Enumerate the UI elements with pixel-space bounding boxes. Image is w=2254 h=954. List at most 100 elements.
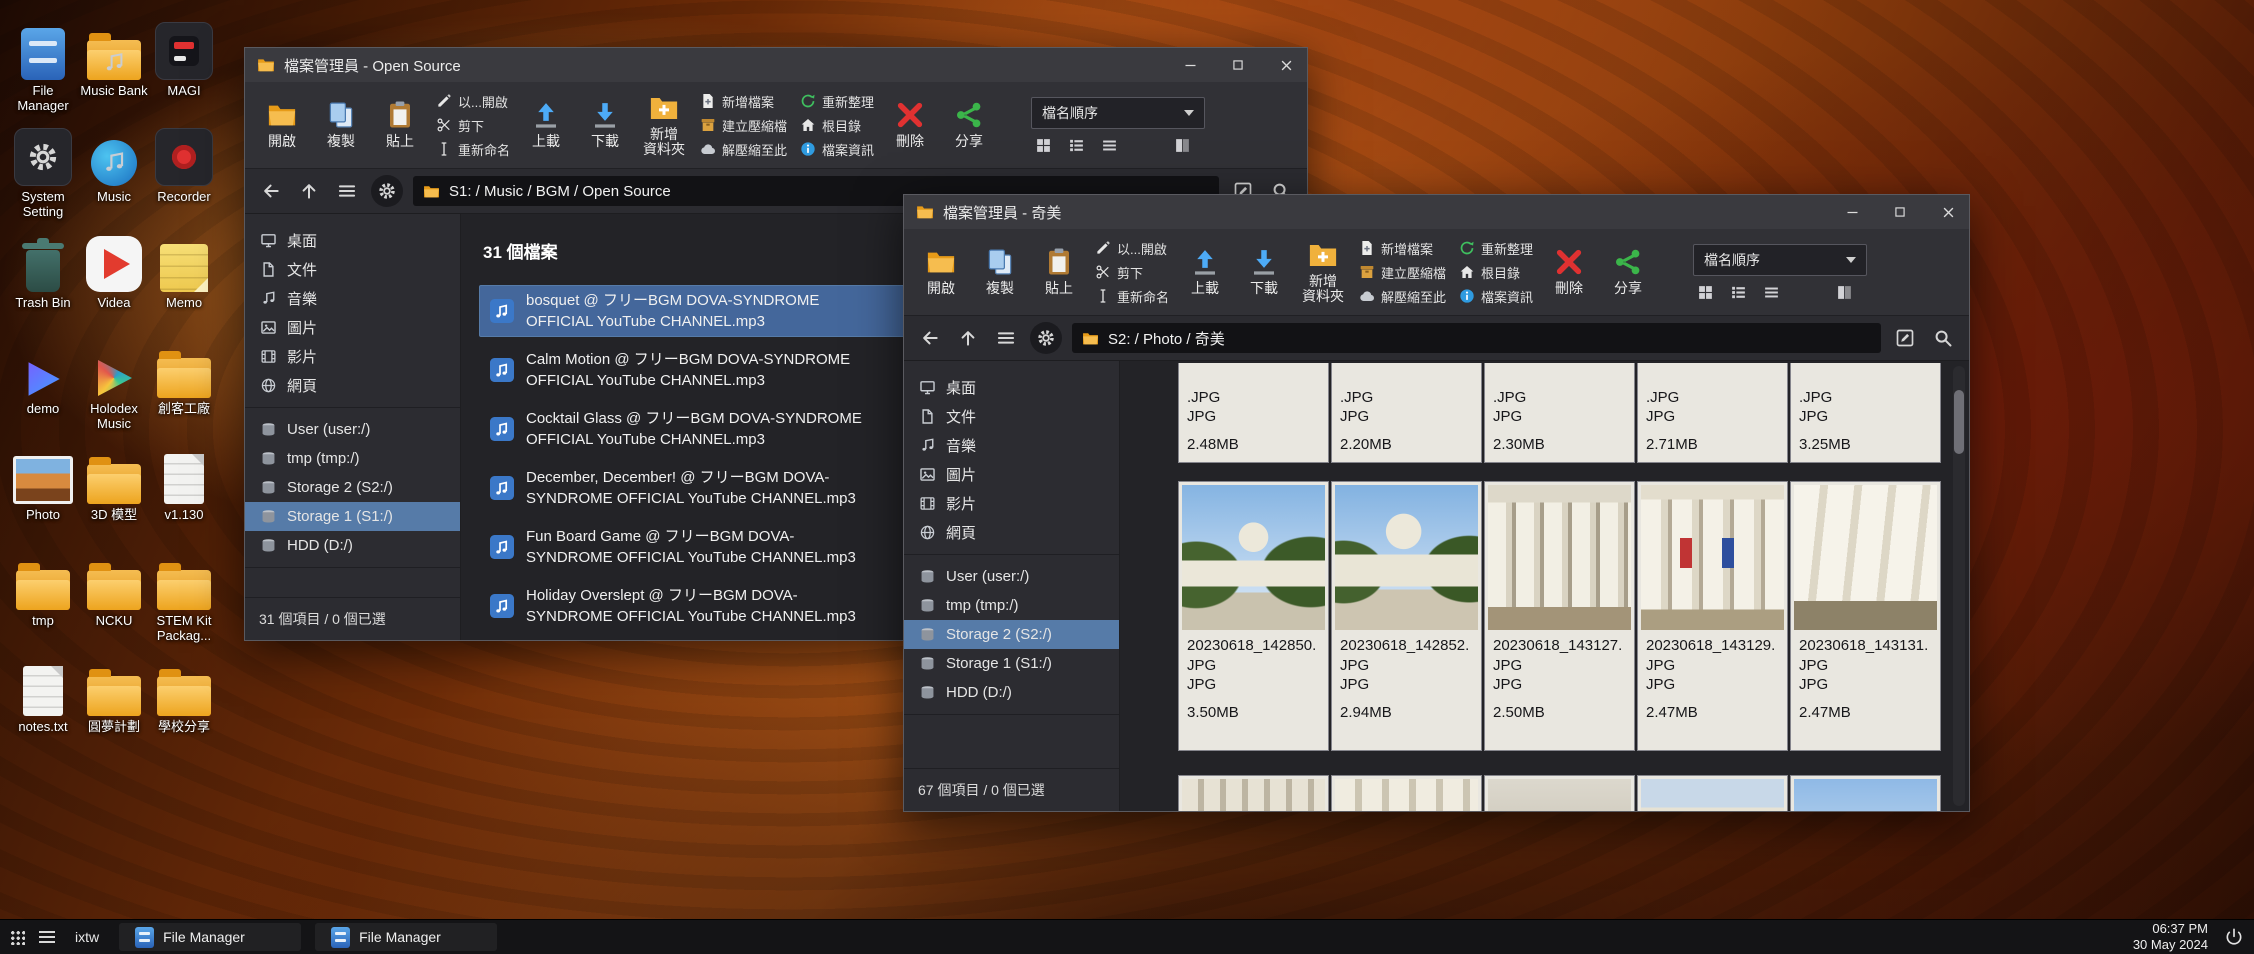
- photo-card[interactable]: .JPGJPG2.30MB: [1484, 363, 1635, 463]
- desktop-icon-videa[interactable]: Videa: [79, 232, 149, 328]
- photo-card[interactable]: [1178, 775, 1329, 811]
- root-directory-button[interactable]: 根目錄: [800, 116, 874, 135]
- photo-card[interactable]: 20230618_142850.JPGJPG3.50MB: [1178, 481, 1329, 751]
- sidebar-item-videos[interactable]: 影片: [245, 342, 460, 371]
- sidebar-item-documents[interactable]: 文件: [245, 255, 460, 284]
- photo-card[interactable]: [1484, 775, 1635, 811]
- open-with-button[interactable]: 以...開啟: [1095, 239, 1169, 258]
- upload-button[interactable]: 上載: [523, 100, 569, 149]
- maximize-button[interactable]: [1229, 56, 1247, 74]
- view-grid-icon[interactable]: [1697, 284, 1714, 301]
- copy-button[interactable]: 複製: [977, 247, 1023, 296]
- desktop-icon-3d-models[interactable]: 3D 模型: [79, 444, 149, 540]
- sidebar-item-videos[interactable]: 影片: [904, 489, 1119, 518]
- sidebar-item-hdd-drive[interactable]: HDD (D:/): [245, 531, 460, 560]
- share-button[interactable]: 分享: [946, 100, 992, 149]
- sidebar-item-tmp-drive[interactable]: tmp (tmp:/): [904, 591, 1119, 620]
- up-button[interactable]: [954, 324, 982, 352]
- photo-card[interactable]: 20230618_142852.JPGJPG2.94MB: [1331, 481, 1482, 751]
- search-button[interactable]: [1929, 324, 1957, 352]
- titlebar[interactable]: 檔案管理員 - 奇美: [904, 195, 1969, 229]
- open-button[interactable]: 開啟: [259, 100, 305, 149]
- edit-path-button[interactable]: [1891, 324, 1919, 352]
- sidebar-item-music[interactable]: 音樂: [245, 284, 460, 313]
- sidebar-item-pictures[interactable]: 圖片: [245, 313, 460, 342]
- desktop-icon-stem-kit[interactable]: STEM Kit Packag...: [149, 550, 219, 646]
- paste-button[interactable]: 貼上: [1036, 247, 1082, 296]
- desktop-icon-tmp[interactable]: tmp: [8, 550, 78, 646]
- desktop-icon-trash-bin[interactable]: Trash Bin: [8, 232, 78, 328]
- sidebar-item-user-drive[interactable]: User (user:/): [904, 562, 1119, 591]
- power-icon[interactable]: [2224, 927, 2244, 947]
- create-archive-button[interactable]: 建立壓縮檔: [1359, 263, 1446, 282]
- view-grid-icon[interactable]: [1035, 137, 1052, 154]
- settings-gear-button[interactable]: [1030, 322, 1062, 354]
- desktop-icon-ncku[interactable]: NCKU: [79, 550, 149, 646]
- new-folder-button[interactable]: 新增 資料夾: [641, 93, 687, 158]
- photo-card[interactable]: .JPGJPG2.20MB: [1331, 363, 1482, 463]
- desktop-icon-music-bank[interactable]: Music Bank: [79, 20, 149, 116]
- sidebar-item-tmp-drive[interactable]: tmp (tmp:/): [245, 444, 460, 473]
- taskbar-task-file-manager-1[interactable]: File Manager: [119, 923, 301, 951]
- desktop-icon-school-share[interactable]: 學校分享: [149, 656, 219, 752]
- task-list-icon[interactable]: [39, 931, 55, 933]
- sidebar-item-desktop[interactable]: 桌面: [904, 373, 1119, 402]
- new-file-button[interactable]: 新增檔案: [1359, 239, 1446, 258]
- sidebar-item-hdd-drive[interactable]: HDD (D:/): [904, 678, 1119, 707]
- back-button[interactable]: [916, 324, 944, 352]
- close-button[interactable]: [1277, 56, 1295, 74]
- clock[interactable]: 06:37 PM 30 May 2024: [2133, 921, 2208, 954]
- titlebar[interactable]: 檔案管理員 - Open Source: [245, 48, 1307, 82]
- upload-button[interactable]: 上載: [1182, 247, 1228, 296]
- rename-button[interactable]: 重新命名: [1095, 287, 1169, 306]
- share-button[interactable]: 分享: [1605, 247, 1651, 296]
- taskbar-task-file-manager-2[interactable]: File Manager: [315, 923, 497, 951]
- sidebar-item-storage2-drive[interactable]: Storage 2 (S2:/): [245, 473, 460, 502]
- desktop-icon-holodex-music[interactable]: Holodex Music: [79, 338, 149, 434]
- file-info-button[interactable]: 檔案資訊: [1459, 287, 1533, 306]
- sidebar-item-user-drive[interactable]: User (user:/): [245, 415, 460, 444]
- create-archive-button[interactable]: 建立壓縮檔: [700, 116, 787, 135]
- sidebar-item-web[interactable]: 網頁: [904, 518, 1119, 547]
- sidebar-item-storage1-drive[interactable]: Storage 1 (S1:/): [904, 649, 1119, 678]
- sidebar-item-desktop[interactable]: 桌面: [245, 226, 460, 255]
- sidebar-item-storage2-drive[interactable]: Storage 2 (S2:/): [904, 620, 1119, 649]
- delete-button[interactable]: 刪除: [887, 100, 933, 149]
- sort-order-dropdown[interactable]: 檔名順序: [1693, 244, 1867, 276]
- view-list-icon[interactable]: [1730, 284, 1747, 301]
- open-with-button[interactable]: 以...開啟: [436, 92, 510, 111]
- desktop-icon-memo[interactable]: Memo: [149, 232, 219, 328]
- desktop-icon-maker-factory[interactable]: 創客工廠: [149, 338, 219, 434]
- photo-card[interactable]: 20230618_143127.JPGJPG2.50MB: [1484, 481, 1635, 751]
- desktop-icon-dream-plan[interactable]: 圓夢計劃: [79, 656, 149, 752]
- paste-button[interactable]: 貼上: [377, 100, 423, 149]
- desktop-icon-music[interactable]: Music: [79, 126, 149, 222]
- photo-card[interactable]: [1331, 775, 1482, 811]
- delete-button[interactable]: 刪除: [1546, 247, 1592, 296]
- view-compact-icon[interactable]: [1101, 137, 1118, 154]
- sidebar-item-pictures[interactable]: 圖片: [904, 460, 1119, 489]
- sidebar-item-documents[interactable]: 文件: [904, 402, 1119, 431]
- desktop-icon-demo[interactable]: demo: [8, 338, 78, 434]
- cut-button[interactable]: 剪下: [436, 116, 510, 135]
- menu-button[interactable]: [992, 324, 1020, 352]
- photo-card[interactable]: 20230618_143129.JPGJPG2.47MB: [1637, 481, 1788, 751]
- download-button[interactable]: 下載: [1241, 247, 1287, 296]
- cut-button[interactable]: 剪下: [1095, 263, 1169, 282]
- back-button[interactable]: [257, 177, 285, 205]
- minimize-button[interactable]: [1843, 203, 1861, 221]
- file-info-button[interactable]: 檔案資訊: [800, 140, 874, 159]
- rename-button[interactable]: 重新命名: [436, 140, 510, 159]
- sidebar-item-web[interactable]: 網頁: [245, 371, 460, 400]
- desktop-icon-file-manager[interactable]: File Manager: [8, 20, 78, 116]
- open-button[interactable]: 開啟: [918, 247, 964, 296]
- refresh-button[interactable]: 重新整理: [800, 92, 874, 111]
- up-button[interactable]: [295, 177, 323, 205]
- refresh-button[interactable]: 重新整理: [1459, 239, 1533, 258]
- desktop-icon-magi[interactable]: MAGI: [149, 20, 219, 116]
- root-directory-button[interactable]: 根目錄: [1459, 263, 1533, 282]
- menu-button[interactable]: [333, 177, 361, 205]
- desktop-icon-photo[interactable]: Photo: [8, 444, 78, 540]
- path-bar[interactable]: S2: / Photo / 奇美: [1072, 323, 1881, 353]
- view-columns-icon[interactable]: [1836, 284, 1853, 301]
